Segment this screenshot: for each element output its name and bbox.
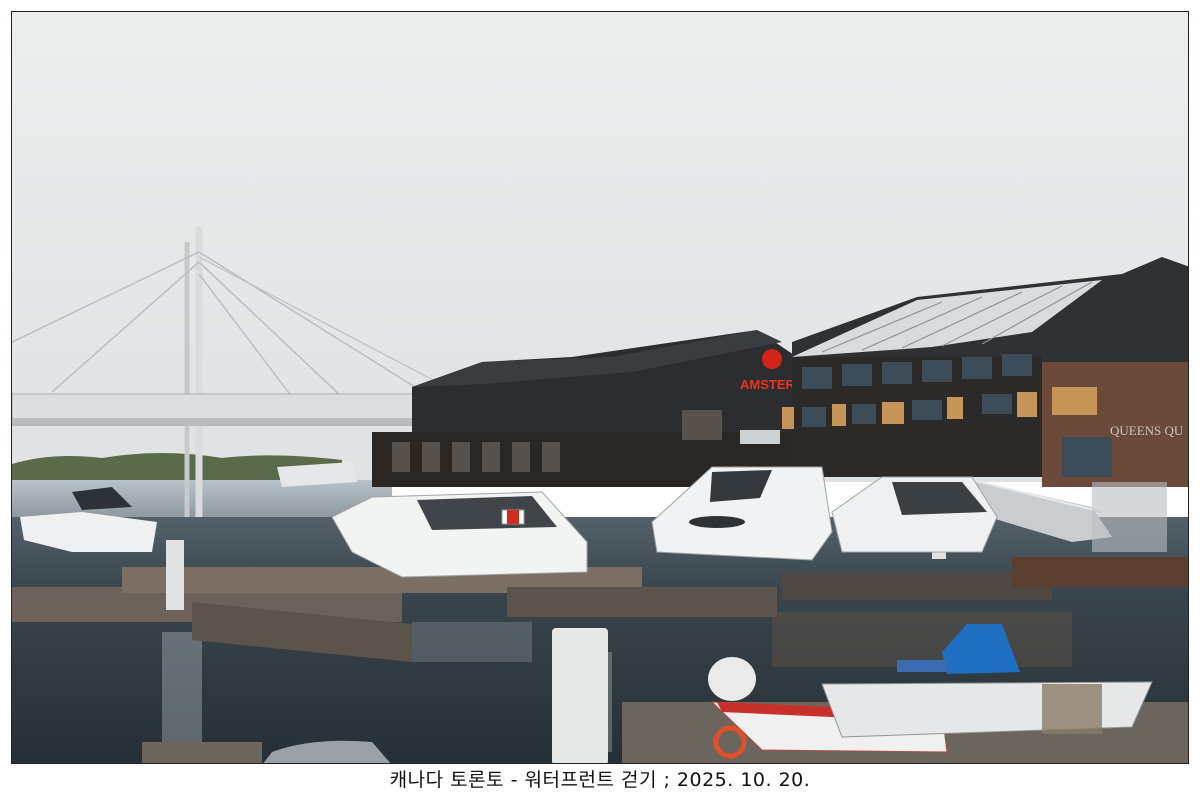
building-sign: QUEENS QU	[1110, 423, 1184, 438]
beer-logo-icon	[762, 349, 782, 369]
restaurant-sign: AMSTER	[740, 377, 796, 392]
photo-frame: AMSTER QUEENS QU 캐나다 토론토 - 워터프런트 걷기 ; 20…	[0, 0, 1200, 794]
waterfront-photo: AMSTER QUEENS QU	[11, 11, 1189, 764]
photo-caption: 캐나다 토론토 - 워터프런트 걷기 ; 2025. 10. 20.	[389, 769, 811, 791]
